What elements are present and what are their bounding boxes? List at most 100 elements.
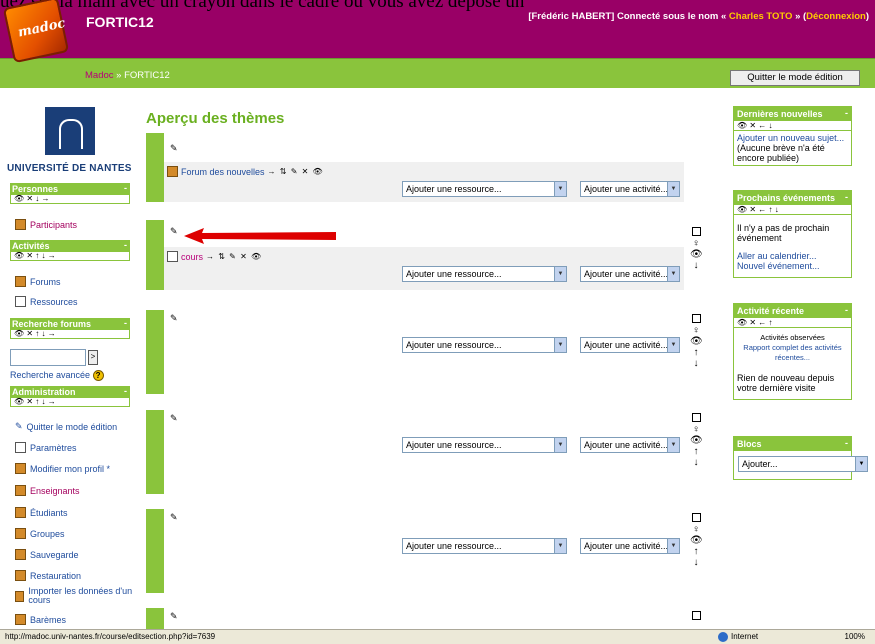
- admin-groupes[interactable]: Groupes: [15, 528, 65, 539]
- import-icon: [15, 590, 25, 602]
- section-2-bar: [146, 310, 164, 394]
- block-administration-controls[interactable]: 👁 ✕ ↑ ↓ →: [10, 397, 130, 407]
- navbar: Madoc » FORTIC12 Quitter le mode édition: [0, 58, 875, 88]
- advanced-search-link[interactable]: Recherche avancée ?: [10, 370, 104, 381]
- document-icon: [15, 296, 26, 307]
- recent-report-link[interactable]: Rapport complet des activités récentes..…: [737, 343, 848, 363]
- pencil-icon: ✎: [15, 421, 23, 431]
- page-title: Aperçu des thèmes: [146, 110, 285, 127]
- checkbox-icon: [691, 314, 701, 323]
- recent-controls[interactable]: 👁 ✕ ← ↑: [734, 318, 851, 328]
- breadcrumb-home[interactable]: Madoc: [85, 70, 114, 81]
- add-activity-select-1[interactable]: Ajouter une activité... ▼: [580, 266, 680, 282]
- login-as-link[interactable]: Charles TOTO: [729, 11, 793, 22]
- block-personnes-controls[interactable]: 👁 ✕ ↓ →: [10, 194, 130, 204]
- admin-profile[interactable]: Modifier mon profil *: [15, 463, 110, 474]
- teachers-icon: [15, 485, 26, 496]
- section-3-controls[interactable]: ♀ 👁 ↑ ↓: [690, 413, 703, 468]
- login-info: [Frédéric HABERT] Connecté sous le nom «…: [528, 11, 869, 22]
- search-go-button[interactable]: >: [88, 350, 98, 365]
- section-4-bar: [146, 509, 164, 593]
- section-5-controls[interactable]: [690, 611, 702, 622]
- news-controls[interactable]: 👁 ✕ ← ↓: [734, 121, 851, 131]
- logout-link[interactable]: Déconnexion: [806, 11, 866, 22]
- checkbox-icon: [691, 227, 701, 236]
- breadcrumb: Madoc » FORTIC12: [85, 70, 170, 81]
- section-2-edit-icon[interactable]: ✎: [170, 313, 178, 324]
- browser-status-bar: http://madoc.univ-nantes.fr/course/edits…: [0, 629, 875, 644]
- section-5-edit-icon[interactable]: ✎: [170, 611, 178, 622]
- admin-baremes[interactable]: Barèmes: [15, 614, 66, 625]
- forum-search-input[interactable]: [10, 349, 86, 366]
- status-url: http://madoc.univ-nantes.fr/course/edits…: [5, 632, 216, 641]
- add-resource-select-3[interactable]: Ajouter une ressource... ▼: [402, 437, 567, 453]
- section-2-controls[interactable]: ♀ 👁 ↑ ↓: [690, 314, 703, 369]
- block-recent-activity: Activité récente - 👁 ✕ ← ↑ Activités obse…: [733, 303, 852, 400]
- groups-icon: [15, 528, 26, 539]
- calendar-link[interactable]: Aller au calendrier...: [737, 251, 848, 261]
- sidebar-item-participants[interactable]: Participants: [15, 219, 77, 230]
- document-icon: [167, 251, 178, 262]
- add-activity-select-4[interactable]: Ajouter une activité... ▼: [580, 538, 680, 554]
- block-latest-news: Dernières nouvelles - 👁 ✕ ← ↓ Ajouter un …: [733, 106, 852, 166]
- add-resource-select-2[interactable]: Ajouter une ressource... ▼: [402, 337, 567, 353]
- site-title: FORTIC12: [86, 14, 154, 30]
- section-1-bar: [146, 220, 164, 290]
- checkbox-icon: [691, 413, 701, 422]
- admin-etudiants[interactable]: Étudiants: [15, 507, 68, 518]
- block-activites-controls[interactable]: 👁 ✕ ↑ ↓ →: [10, 251, 130, 261]
- quit-edit-mode-button[interactable]: Quitter le mode édition: [730, 70, 860, 86]
- news-none: (Aucune brève n'a été encore publiée): [737, 143, 825, 163]
- help-icon: ?: [92, 370, 104, 381]
- block-upcoming-events: Prochains événements - 👁 ✕ ← ↑ ↓ Il n'y a…: [733, 190, 852, 278]
- admin-sauvegarde[interactable]: Sauvegarde: [15, 549, 79, 560]
- section-3-edit-icon[interactable]: ✎: [170, 413, 178, 424]
- add-block-select[interactable]: Ajouter... ▼: [738, 456, 868, 472]
- security-zone: Internet: [718, 630, 758, 644]
- events-none: Il n'y a pas de prochain événement: [737, 223, 830, 243]
- admin-restauration[interactable]: Restauration: [15, 570, 81, 581]
- admin-import[interactable]: Importer les données d'un cours: [15, 587, 133, 605]
- new-event-link[interactable]: Nouvel événement...: [737, 261, 848, 271]
- block-recherche-controls[interactable]: 👁 ✕ ↑ ↓ →: [10, 329, 130, 339]
- section-5-bar: [146, 608, 164, 629]
- recent-none: Rien de nouveau depuis votre dernière vi…: [737, 373, 835, 393]
- section-0-edit-icon[interactable]: ✎: [170, 143, 178, 154]
- add-activity-select-3[interactable]: Ajouter une activité... ▼: [580, 437, 680, 453]
- sidebar-item-ressources[interactable]: Ressources: [15, 296, 78, 307]
- forum-icon: [15, 276, 26, 287]
- add-activity-select-0[interactable]: Ajouter une activité... ▼: [580, 181, 680, 197]
- instruction-text: uez sur la main avec un crayon dans le c…: [0, 0, 525, 11]
- section-4-edit-icon[interactable]: ✎: [170, 512, 178, 523]
- section-3-bar: [146, 410, 164, 494]
- section-4-controls[interactable]: ♀ 👁 ↑ ↓: [690, 513, 703, 568]
- cours-link[interactable]: cours → ⇅ ✎ ✕ 👁: [167, 251, 262, 262]
- add-resource-select-0[interactable]: Ajouter une ressource... ▼: [402, 181, 567, 197]
- zoom-level[interactable]: 100%: [845, 630, 865, 644]
- add-resource-select-1[interactable]: Ajouter une ressource... ▼: [402, 266, 567, 282]
- settings-icon: [15, 442, 26, 453]
- grades-icon: [15, 614, 26, 625]
- university-logo: [45, 107, 95, 155]
- add-resource-select-4[interactable]: Ajouter une ressource... ▼: [402, 538, 567, 554]
- section-0-bar: [146, 133, 164, 202]
- section-1-controls[interactable]: ♀ 👁 ↓: [690, 227, 703, 271]
- admin-parametres[interactable]: Paramètres: [15, 442, 77, 453]
- restore-icon: [15, 570, 26, 581]
- add-activity-select-2[interactable]: Ajouter une activité... ▼: [580, 337, 680, 353]
- checkbox-icon: [691, 611, 701, 620]
- students-icon: [15, 507, 26, 518]
- madoc-logo[interactable]: madoc: [2, 0, 70, 64]
- globe-icon: [718, 632, 728, 642]
- university-name: UNIVERSITÉ DE NANTES: [7, 163, 132, 174]
- admin-enseignants[interactable]: Enseignants: [15, 485, 80, 496]
- section-1-edit-icon[interactable]: ✎: [170, 226, 178, 237]
- red-arrow-annotation: [184, 228, 336, 244]
- sidebar-item-forums[interactable]: Forums: [15, 276, 61, 287]
- users-icon: [15, 219, 26, 230]
- forum-news-link[interactable]: Forum des nouvelles → ⇅ ✎ ✕ 👁: [167, 166, 324, 177]
- add-news-link[interactable]: Ajouter un nouveau sujet...: [737, 133, 848, 143]
- checkbox-icon: [691, 513, 701, 522]
- admin-quit-edit[interactable]: ✎ Quitter le mode édition: [15, 421, 117, 432]
- events-controls[interactable]: 👁 ✕ ← ↑ ↓: [734, 205, 851, 215]
